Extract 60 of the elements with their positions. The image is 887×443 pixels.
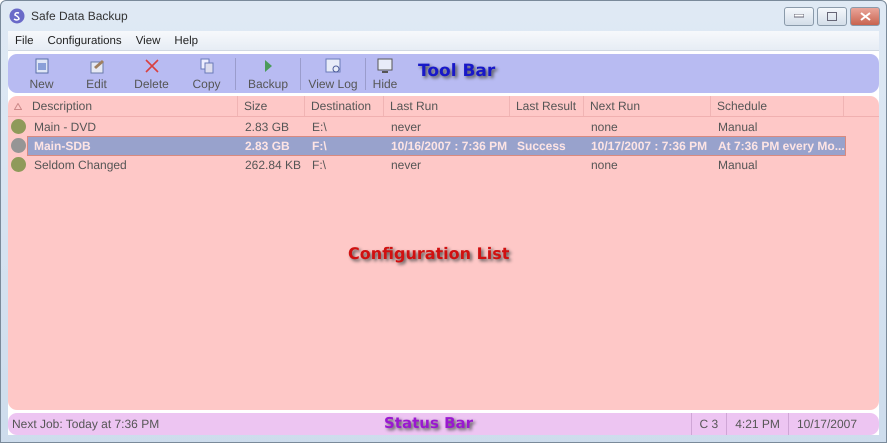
sort-arrow-icon <box>14 102 22 110</box>
table-cell-text: never <box>390 158 422 172</box>
table-cell-text: Manual <box>717 158 758 172</box>
table-cell-text: 2.83 GB <box>244 138 291 152</box>
new-document-icon <box>32 56 50 74</box>
toolbar-button[interactable]: Edit <box>69 56 124 90</box>
status-panel: 4:21 PM <box>726 413 788 435</box>
app-logo-icon <box>9 8 25 24</box>
close-button[interactable] <box>850 6 880 26</box>
maximize-button[interactable] <box>817 6 847 26</box>
table-cell-text: none <box>590 120 619 134</box>
table-cell-text: F:\ <box>311 158 327 172</box>
toolbar-button[interactable]: Hide <box>367 56 403 90</box>
menu-item[interactable]: Configurations <box>40 34 129 46</box>
table-cell-text: F:\ <box>311 138 328 152</box>
toolbar-button[interactable]: New <box>14 56 69 90</box>
table-cell-text: never <box>390 120 422 134</box>
minimize-button[interactable] <box>784 6 814 26</box>
minimize-icon <box>794 14 804 18</box>
column-header[interactable]: Size <box>238 96 305 116</box>
maximize-icon <box>827 12 837 20</box>
table-cell-text: 2.83 GB <box>244 120 290 134</box>
copy-icon <box>198 56 216 74</box>
table-cell-text: Main - DVD <box>33 120 98 134</box>
table-cell-text: Seldom Changed <box>33 158 128 172</box>
menu-item[interactable]: Help <box>167 34 206 46</box>
close-icon <box>860 12 870 20</box>
table-cell-text: Main-SDB <box>33 138 92 152</box>
status-panel: 10/17/2007 <box>788 413 865 435</box>
column-header[interactable]: Last Result <box>510 96 584 116</box>
table-cell-text: 10/17/2007 : 7:36 PM <box>590 138 708 152</box>
log-window-icon <box>324 56 342 74</box>
annotation-label: Tool Bar <box>418 61 496 81</box>
toolbar-button[interactable]: Delete <box>124 56 179 90</box>
table-cell-text: E:\ <box>311 120 328 134</box>
column-header[interactable]: Last Run <box>384 96 510 116</box>
column-header[interactable]: Destination <box>305 96 384 116</box>
status-message: Next Job: Today at 7:36 PM <box>11 417 160 431</box>
column-header[interactable]: Description <box>8 96 238 116</box>
toolbar-button[interactable]: Copy <box>179 56 234 90</box>
toolbar-button[interactable]: Backup <box>237 56 299 90</box>
annotation-label: Configuration List <box>348 244 510 263</box>
table-row[interactable]: Main - DVD 2.83 GB E:\ never none Manual <box>27 116 846 136</box>
status-panel: C 3 <box>690 413 726 435</box>
annotation-label: Status Bar <box>384 414 474 432</box>
window-icon <box>376 56 394 74</box>
table-cell-text: Manual <box>717 120 758 134</box>
table-cell-text: At 7:36 PM every Mo... <box>717 138 845 152</box>
toolbar-button[interactable]: View Log <box>302 56 364 90</box>
table-cell-text: Success <box>516 138 567 152</box>
table-row[interactable]: Seldom Changed 262.84 KB F:\ never none Manual <box>27 154 846 174</box>
column-header[interactable]: Next Run <box>584 96 711 116</box>
delete-icon <box>142 56 160 74</box>
window-title: Safe Data Backup <box>31 9 128 23</box>
column-header[interactable]: Schedule <box>711 96 844 116</box>
menu-item[interactable]: File <box>8 34 41 46</box>
menu-item[interactable]: View <box>128 34 168 46</box>
table-cell-text: none <box>590 158 619 172</box>
table-cell-text: 262.84 KB <box>244 158 302 172</box>
table-cell-text: 10/16/2007 : 7:36 PM <box>390 138 508 152</box>
